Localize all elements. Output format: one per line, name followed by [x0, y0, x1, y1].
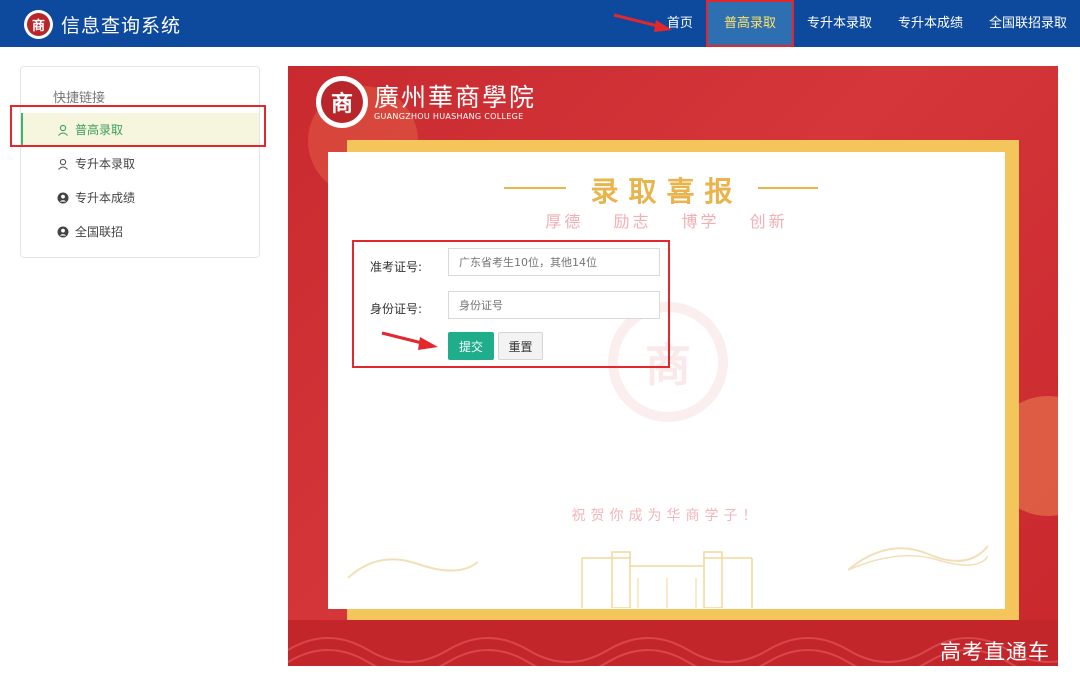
banner-title: 录取喜报: [590, 175, 743, 208]
main-nav: 首页 普高录取 专升本录取 专升本成绩 全国联招录取: [654, 0, 1080, 47]
sidebar-item-upgrade-score[interactable]: 专升本成绩: [21, 181, 259, 215]
exam-number-label: 准考证号:: [370, 260, 423, 274]
admission-poster: 商 廣州華商學院 GUANGZHOU HUASHANG COLLEGE 录取喜报…: [288, 66, 1058, 666]
sidebar-item-label: 全国联招: [75, 225, 124, 239]
college-name-en: GUANGZHOU HUASHANG COLLEGE: [374, 112, 524, 121]
watermark-text: 高考直通车: [940, 640, 1050, 664]
user-outline-icon: [57, 158, 69, 170]
nav-item-general-admission[interactable]: 普高录取: [705, 0, 794, 47]
sidebar: 快捷链接 普高录取 专升本录取 专升本成绩 全国联招: [20, 66, 260, 258]
poster-paper: 录取喜报 厚德 励志 博学 创新 商 准考证号: 身份证号: 提交 重置 祝贺你…: [328, 152, 1005, 609]
app-logo-icon: 商: [24, 9, 53, 39]
mountain-decor: [348, 558, 478, 579]
annotation-highlight-sidebar: [10, 105, 266, 147]
congratulation-text: 祝贺你成为华商学子！: [571, 508, 762, 524]
sidebar-item-label: 专升本成绩: [75, 191, 136, 205]
nav-item-upgrade-score[interactable]: 专升本成绩: [885, 0, 976, 47]
nav-item-national-admission[interactable]: 全国联招录取: [976, 0, 1080, 47]
reset-button[interactable]: 重置: [498, 332, 543, 360]
user-circle-icon: [57, 192, 69, 204]
sidebar-item-label: 专升本录取: [75, 157, 136, 171]
brand[interactable]: 商 信息查询系统: [24, 9, 181, 39]
app-title: 信息查询系统: [61, 14, 182, 37]
exam-number-input[interactable]: [448, 248, 660, 276]
submit-button[interactable]: 提交: [448, 332, 494, 360]
college-motto: 厚德 励志 博学 创新: [545, 212, 788, 231]
user-circle-icon: [57, 226, 69, 238]
annotation-arrow-nav: [613, 13, 672, 32]
campus-gate-illustration: [581, 551, 753, 608]
annotation-arrow-submit: [381, 331, 438, 350]
nav-item-upgrade-admission[interactable]: 专升本录取: [794, 0, 885, 47]
sidebar-item-upgrade-admission[interactable]: 专升本录取: [21, 147, 259, 181]
sidebar-item-national[interactable]: 全国联招: [21, 215, 259, 249]
sidebar-heading: 快捷链接: [53, 91, 106, 106]
top-bar: 商 信息查询系统 首页 普高录取 专升本录取 专升本成绩 全国联招录取: [0, 0, 1080, 47]
college-name: 廣州華商學院: [374, 83, 537, 112]
mountain-decor: [848, 545, 988, 571]
id-number-input[interactable]: [448, 291, 660, 319]
college-logo-icon: 商: [316, 76, 368, 128]
banner-line-right: [758, 187, 818, 189]
id-number-label: 身份证号:: [370, 302, 423, 316]
